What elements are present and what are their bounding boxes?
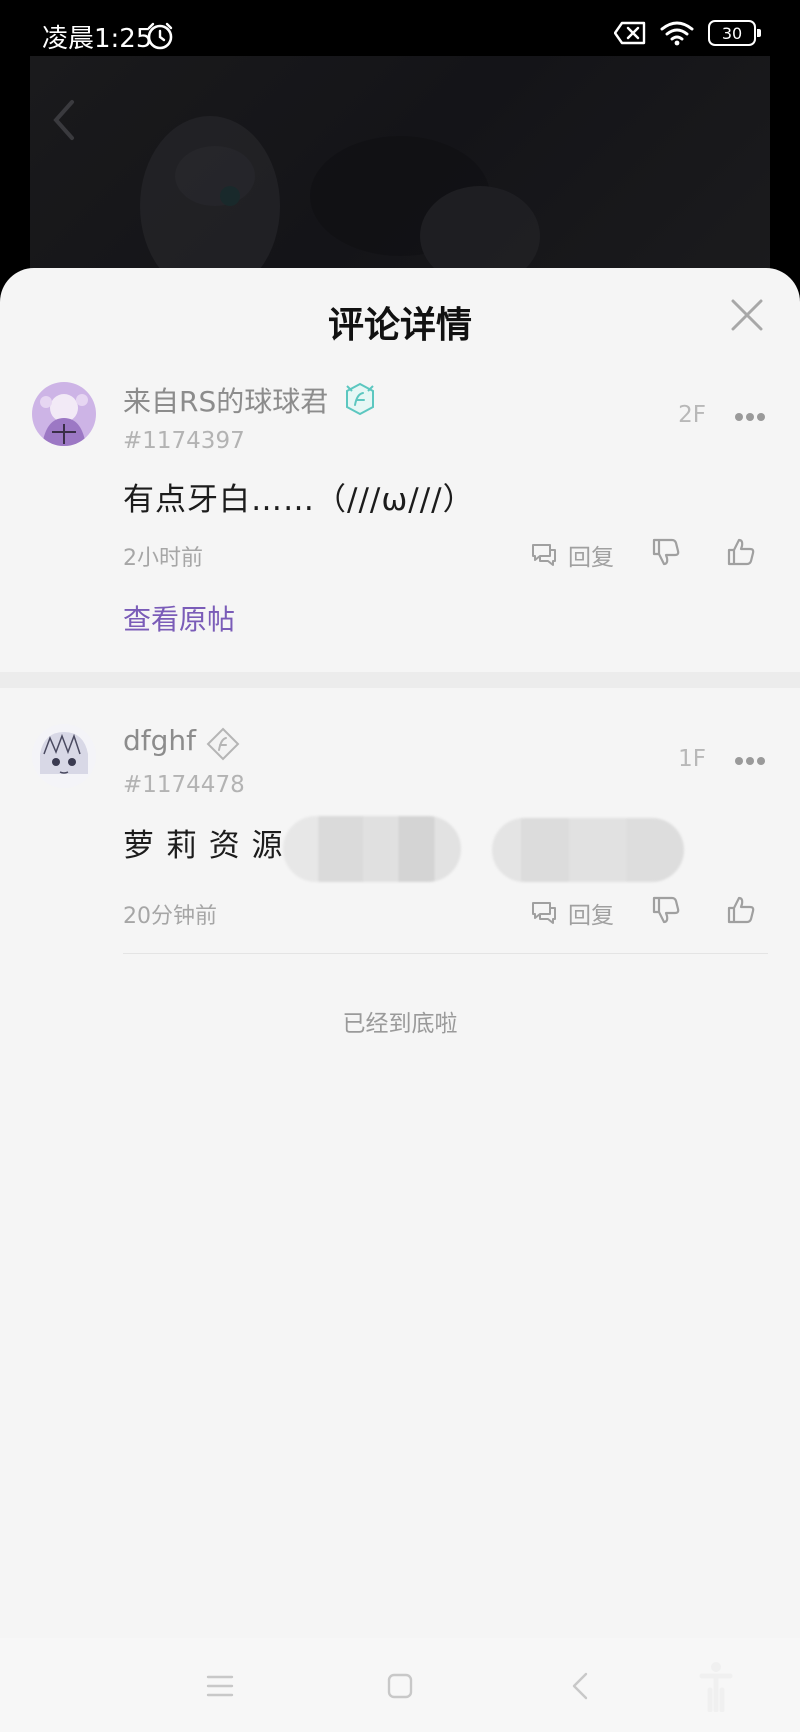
reply-label: 回复 xyxy=(568,545,614,571)
view-original-post-link[interactable]: 查看原帖 xyxy=(123,598,235,638)
accessibility-icon[interactable] xyxy=(698,1660,734,1712)
battery-icon: 30 xyxy=(708,20,761,46)
comment-time: 2小时前 xyxy=(123,546,203,571)
back-icon[interactable] xyxy=(564,1668,600,1704)
menu-icon[interactable] xyxy=(202,1668,238,1704)
anime-cover-image xyxy=(140,116,540,286)
avatar[interactable] xyxy=(32,724,96,788)
divider xyxy=(123,953,768,954)
avatar[interactable] xyxy=(32,382,96,446)
censored-text-blur xyxy=(492,818,684,882)
floor-number: 1F xyxy=(678,746,706,772)
status-icons: 30 xyxy=(614,20,761,46)
like-icon[interactable] xyxy=(725,894,757,926)
reply-button[interactable]: 回复 xyxy=(530,538,614,572)
level-badge-icon xyxy=(346,382,374,416)
battery-level: 30 xyxy=(721,23,743,43)
close-icon[interactable] xyxy=(730,298,764,332)
back-arrow-icon xyxy=(53,100,74,140)
system-nav-bar xyxy=(0,1638,800,1732)
no-sim-icon xyxy=(614,21,646,45)
comment-text: 萝 莉 资 源 xyxy=(123,828,284,864)
background-page xyxy=(30,56,770,286)
username[interactable]: dfghf xyxy=(123,724,196,757)
reply-label: 回复 xyxy=(568,903,614,929)
level-badge-icon xyxy=(206,727,240,761)
reply-icon xyxy=(532,544,556,566)
end-of-list-text: 已经到底啦 xyxy=(342,1011,458,1037)
more-options-icon[interactable] xyxy=(734,756,766,766)
status-time: 凌晨1:25 xyxy=(42,24,153,54)
user-id: #1174478 xyxy=(123,772,245,798)
user-id: #1174397 xyxy=(123,428,245,454)
censored-text-blur xyxy=(283,816,461,882)
dislike-icon[interactable] xyxy=(650,536,682,568)
wifi-icon xyxy=(660,21,694,46)
comment-detail-sheet: 评论详情 来自RS的球球君 #1174397 2F 有点牙白……（///ω///… xyxy=(0,268,800,1638)
sheet-title: 评论详情 xyxy=(327,305,472,346)
like-icon[interactable] xyxy=(725,536,757,568)
username[interactable]: 来自RS的球球君 xyxy=(123,380,328,420)
section-divider xyxy=(0,672,800,688)
reply-icon xyxy=(532,902,556,924)
floor-number: 2F xyxy=(678,402,706,428)
alarm-icon xyxy=(147,22,173,50)
reply-button[interactable]: 回复 xyxy=(530,896,614,930)
comment-text: 有点牙白……（///ω///） xyxy=(123,482,475,518)
more-options-icon[interactable] xyxy=(734,412,766,422)
dislike-icon[interactable] xyxy=(650,894,682,926)
home-icon[interactable] xyxy=(382,1668,418,1704)
comment-time: 20分钟前 xyxy=(123,904,217,929)
